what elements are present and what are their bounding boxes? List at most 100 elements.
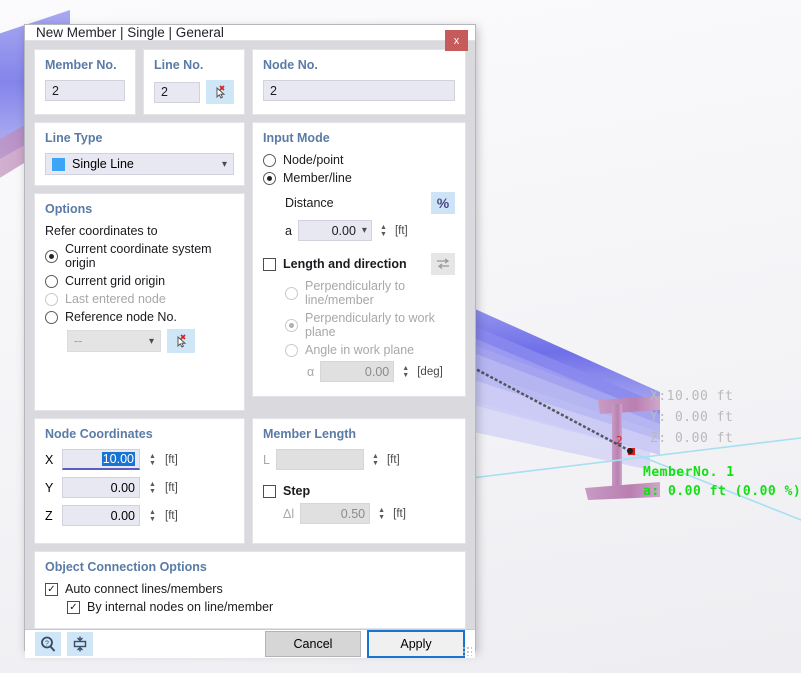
coordinate-unit-z: [ft] bbox=[165, 509, 178, 522]
coordinate-input-x[interactable]: 10.00 bbox=[62, 449, 140, 470]
alpha-input: 0.00 bbox=[320, 361, 395, 382]
checkbox-auto-connect[interactable]: ✓ Auto connect lines/members bbox=[45, 582, 455, 596]
numbers-row: Member No. 2 Line No. 2 Node No. 2 bbox=[34, 49, 466, 115]
member-length-input bbox=[275, 449, 364, 470]
dialog-footer: ? Cancel Apply bbox=[25, 629, 475, 658]
distance-a-input[interactable]: 0.00 ▾ bbox=[297, 220, 372, 241]
object-connection-group: Object Connection Options ✓ Auto connect… bbox=[34, 551, 466, 629]
swap-arrows-icon bbox=[437, 258, 450, 270]
step-delta-input: 0.50 bbox=[300, 503, 371, 524]
refer-coordinates-label: Refer coordinates to bbox=[45, 224, 158, 238]
perpendicular-options: Perpendicularly to line/member Perpendic… bbox=[285, 279, 455, 382]
radio-current-coordinate-system-origin[interactable]: Current coordinate system origin bbox=[45, 242, 234, 270]
close-button[interactable]: x bbox=[445, 30, 468, 51]
step-delta-row: Δl 0.50 ▲ ▼ [ft] bbox=[283, 503, 455, 524]
checkbox-step[interactable]: Step bbox=[263, 484, 455, 498]
step-delta-unit: [ft] bbox=[393, 507, 406, 520]
coordinate-value-x: 10.00 bbox=[101, 452, 135, 466]
checkbox-length-and-direction[interactable]: Length and direction bbox=[263, 257, 407, 271]
distance-a-spinner[interactable]: ▲ ▼ bbox=[378, 224, 389, 238]
radio-label: Perpendicularly to line/member bbox=[305, 279, 406, 307]
alpha-row: α 0.00 ▲ ▼ [deg] bbox=[307, 361, 455, 382]
middle-row: Line Type Single Line ▾ Options Refer co… bbox=[34, 122, 466, 411]
member-no-input[interactable]: 2 bbox=[45, 80, 125, 101]
input-mode-group: Input Mode Node/point Member/line Distan… bbox=[252, 122, 466, 397]
alpha-spinner: ▲ ▼ bbox=[402, 364, 410, 379]
line-type-value: Single Line bbox=[72, 157, 134, 171]
dialog-titlebar[interactable]: New Member | Single | General x bbox=[25, 25, 475, 51]
options-group: Options Refer coordinates to Current coo… bbox=[34, 193, 245, 411]
radio-current-grid-origin[interactable]: Current grid origin bbox=[45, 274, 234, 288]
alpha-label: α bbox=[307, 364, 315, 379]
checkbox-by-internal-nodes[interactable]: ✓ By internal nodes on line/member bbox=[67, 600, 455, 614]
member-no-group: Member No. 2 bbox=[34, 49, 136, 115]
member-length-row: L ▲ ▼ [ft] bbox=[263, 449, 455, 470]
member-length-label: L bbox=[263, 452, 270, 467]
radio-label: Current coordinate system origin bbox=[65, 242, 212, 270]
radio-dot-icon bbox=[263, 171, 276, 185]
radio-reference-node-no[interactable]: Reference node No. bbox=[45, 310, 234, 324]
collapse-expand-icon bbox=[73, 636, 87, 652]
line-pick-button[interactable] bbox=[206, 80, 234, 104]
checkbox-icon bbox=[263, 257, 276, 271]
radio-label: Node/point bbox=[283, 153, 344, 167]
radio-label: Member/line bbox=[283, 171, 352, 185]
coordinate-spinner-z[interactable]: ▲ ▼ bbox=[147, 509, 158, 523]
distance-a-value: 0.00 bbox=[331, 223, 356, 238]
reference-node-select[interactable]: -- ▾ bbox=[67, 330, 161, 352]
radio-angle-in-work-plane: Angle in work plane bbox=[285, 343, 455, 357]
line-no-input[interactable]: 2 bbox=[154, 81, 200, 103]
radio-label: Reference node No. bbox=[65, 310, 177, 324]
dialog-title: New Member | Single | General bbox=[36, 25, 224, 40]
member-length-spinner: ▲ ▼ bbox=[371, 452, 379, 467]
checkbox-label: By internal nodes on line/member bbox=[87, 600, 274, 614]
radio-dot-icon bbox=[45, 274, 58, 288]
radio-dot-icon bbox=[285, 343, 298, 357]
coordinate-spinner-x[interactable]: ▲ ▼ bbox=[147, 453, 158, 467]
coordinate-label-y: Y bbox=[45, 480, 54, 495]
coordinate-label-z: Z bbox=[45, 508, 53, 523]
resize-grip[interactable] bbox=[462, 646, 472, 656]
step-delta-label: Δl bbox=[283, 506, 295, 521]
radio-dot-icon bbox=[263, 153, 276, 167]
node-no-group: Node No. 2 bbox=[252, 49, 466, 115]
cancel-button[interactable]: Cancel bbox=[265, 631, 361, 657]
viewport-member-label: MemberNo. 1 bbox=[643, 465, 735, 480]
radio-dot-icon bbox=[45, 310, 58, 324]
radio-perpendicular-work-plane: Perpendicularly to work plane bbox=[285, 311, 455, 339]
coordinate-row-y: Y 0.00 ▲ ▼ [ft] bbox=[45, 477, 234, 498]
cursor-pick-icon bbox=[216, 84, 225, 99]
percent-toggle-button[interactable]: % bbox=[431, 192, 455, 214]
coordinate-input-z[interactable]: 0.00 bbox=[62, 505, 140, 526]
apply-button[interactable]: Apply bbox=[367, 630, 465, 658]
member-length-unit: [ft] bbox=[386, 453, 400, 466]
node-no-legend: Node No. bbox=[263, 58, 318, 72]
line-no-legend: Line No. bbox=[154, 58, 204, 72]
left-column: Line Type Single Line ▾ Options Refer co… bbox=[34, 122, 245, 411]
checkbox-label: Length and direction bbox=[283, 257, 407, 271]
step-delta-spinner: ▲ ▼ bbox=[378, 506, 386, 521]
help-magnifier-icon: ? bbox=[41, 636, 56, 652]
checkbox-label: Step bbox=[283, 484, 311, 498]
radio-label: Current grid origin bbox=[65, 274, 166, 288]
coordinate-input-y[interactable]: 0.00 bbox=[62, 477, 140, 498]
help-button[interactable]: ? bbox=[35, 632, 61, 656]
radio-node-point[interactable]: Node/point bbox=[263, 153, 455, 167]
radio-label: Last entered node bbox=[65, 292, 166, 306]
member-no-legend: Member No. bbox=[45, 58, 117, 72]
checkbox-label: Auto connect lines/members bbox=[65, 582, 223, 596]
reference-node-pick-button[interactable] bbox=[167, 329, 195, 353]
radio-member-line[interactable]: Member/line bbox=[263, 171, 455, 185]
collapse-expand-button[interactable] bbox=[67, 632, 93, 656]
dialog-body: Member No. 2 Line No. 2 Node No. 2 Line … bbox=[25, 41, 475, 629]
node-no-input[interactable]: 2 bbox=[263, 80, 455, 101]
chevron-down-icon: ▾ bbox=[148, 335, 154, 347]
radio-dot-icon bbox=[285, 286, 298, 300]
svg-text:?: ? bbox=[45, 641, 49, 648]
coordinate-spinner-y[interactable]: ▲ ▼ bbox=[147, 481, 158, 495]
radio-last-entered-node: Last entered node bbox=[45, 292, 234, 306]
coordinate-row-z: Z 0.00 ▲ ▼ [ft] bbox=[45, 505, 234, 526]
coordinate-value-z: 0.00 bbox=[110, 508, 135, 523]
line-no-row: 2 bbox=[154, 80, 234, 104]
line-type-select[interactable]: Single Line ▾ bbox=[45, 153, 234, 175]
